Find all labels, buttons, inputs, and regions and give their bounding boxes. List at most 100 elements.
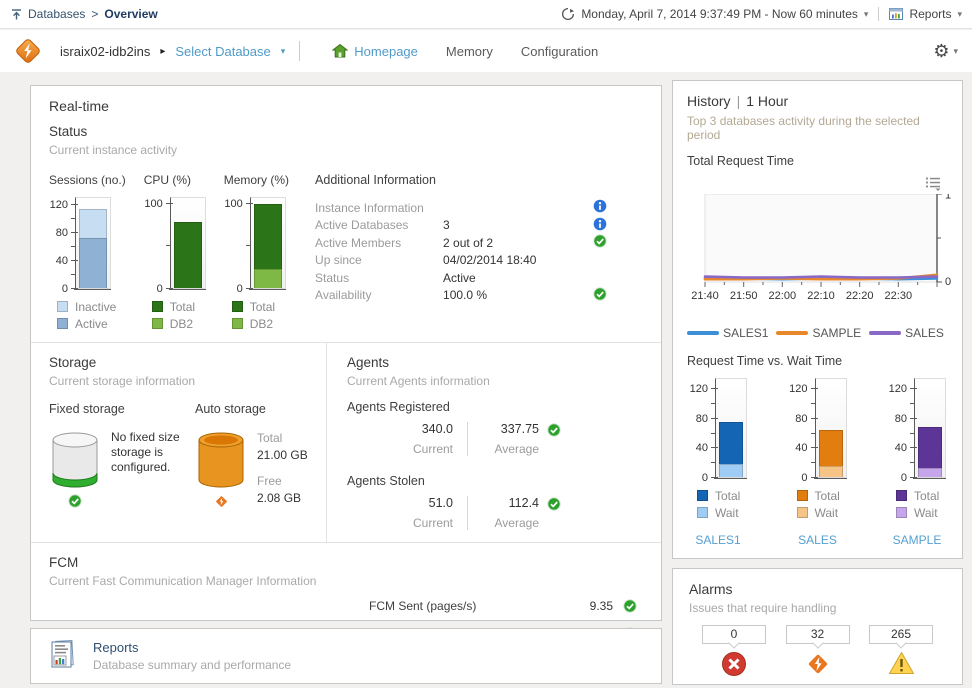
x-tick-label: 21:50 [730, 290, 758, 302]
gear-caret-icon[interactable]: ▾ [953, 46, 958, 57]
alarm-items: 0 32 265 [689, 625, 946, 677]
fixed-storage: Fixed storage [49, 402, 189, 509]
database-link[interactable]: SALES [789, 533, 847, 547]
y-tick-label: 0 [62, 283, 68, 295]
additional-info-row: Instance Information [315, 199, 607, 217]
topbar-right: Monday, April 7, 2014 9:37:49 PM - Now 6… [561, 7, 962, 21]
storage-section: Storage Current storage information Fixe… [31, 343, 326, 542]
bar-segment-wait [918, 468, 942, 477]
additional-info-rows: Instance Information Active Databases 3 … [315, 199, 607, 304]
ok-icon [547, 497, 561, 511]
additional-info-row: Availability 100.0 % [315, 287, 607, 305]
total-request-time-title: Total Request Time [687, 154, 948, 168]
agents-stolen-current: 51.0 [367, 496, 453, 510]
database-link[interactable]: SALES1 [689, 533, 747, 547]
homepage-icon [332, 44, 348, 58]
reports-panel-title[interactable]: Reports [93, 640, 291, 655]
chart-options-icon[interactable] [925, 176, 942, 191]
legend-swatch [57, 318, 68, 329]
time-range-caret-icon[interactable]: ▾ [864, 9, 869, 20]
legend-line-swatch [776, 331, 808, 335]
y-tick-label: 80 [696, 413, 708, 425]
time-range-selector[interactable]: Monday, April 7, 2014 9:37:49 PM - Now 6… [581, 7, 858, 21]
bar-segment-total [819, 430, 843, 466]
tab-configuration[interactable]: Configuration [521, 44, 598, 59]
instance-caret-icon: ▸ [160, 46, 165, 57]
database-link[interactable]: SAMPLE [888, 533, 946, 547]
agents-subtitle: Current Agents information [347, 374, 643, 388]
x-tick-label: 21:40 [691, 290, 719, 302]
y-tick-label: 40 [696, 442, 708, 454]
history-panel: History | 1 Hour Top 3 databases activit… [672, 80, 963, 559]
info-icon[interactable] [593, 199, 607, 213]
memory-chart: Memory (%) 0100 TotalDB2 [224, 173, 289, 332]
legend-swatch [152, 301, 163, 312]
series-line-sales [705, 277, 937, 278]
reports-panel[interactable]: Reports Database summary and performance [30, 628, 662, 684]
reports-panel-text: Reports Database summary and performance [93, 640, 291, 672]
x-tick-label: 22:30 [885, 290, 913, 302]
additional-info-label: Up since [315, 253, 443, 267]
legend-swatch [232, 318, 243, 329]
chart-title: CPU (%) [144, 173, 206, 187]
legend-swatch [896, 490, 907, 501]
ok-icon [68, 494, 82, 508]
additional-info-label: Active Members [315, 236, 443, 250]
additional-info-value: 2 out of 2 [443, 236, 591, 250]
storage-title: Storage [49, 355, 316, 370]
auto-total-value: 21.00 GB [257, 447, 308, 464]
tab-memory[interactable]: Memory [446, 44, 493, 59]
alarm-item-critical[interactable]: 0 [701, 625, 767, 677]
status-charts: Sessions (no.) 04080120 InactiveActive CP… [49, 173, 289, 332]
level-up-icon[interactable] [10, 8, 23, 21]
history-chart-legend: SALES1SAMPLESALES [687, 326, 948, 340]
fixed-storage-message: No fixed size storage is configured. [111, 430, 189, 508]
reports-panel-icon [47, 638, 81, 674]
status-section: Real-time Status Current instance activi… [31, 86, 661, 342]
request-vs-wait-title: Request Time vs. Wait Time [687, 354, 948, 368]
additional-info-value: 3 [443, 218, 591, 232]
agents-registered-current: 340.0 [367, 422, 453, 436]
y-tick-label: 1 [945, 194, 951, 202]
breadcrumb-current: Overview [104, 7, 157, 21]
reports-caret-icon[interactable]: ▾ [957, 9, 962, 20]
reports-menu[interactable]: Reports [909, 7, 951, 21]
select-database-caret-icon[interactable]: ▾ [281, 46, 286, 57]
legend-label: SAMPLE [812, 326, 861, 340]
alarm-item-warning[interactable]: 265 [868, 625, 934, 677]
reports-icon [889, 8, 903, 20]
agents-title: Agents [347, 355, 643, 370]
status-charts-row: Sessions (no.) 04080120 InactiveActive CP… [49, 173, 643, 332]
critical-alarm-icon [721, 651, 747, 677]
additional-info-label: Instance Information [315, 201, 443, 215]
status-title: Status [49, 124, 643, 139]
realtime-title: Real-time [49, 98, 643, 114]
storage-subtitle: Current storage information [49, 374, 316, 388]
tab-homepage[interactable]: Homepage [332, 44, 418, 59]
time-range-icon [561, 7, 575, 21]
additional-info-row: Status Active [315, 269, 607, 287]
instance-logo-icon [14, 37, 42, 65]
topbar-divider [878, 7, 879, 21]
y-tick-label: 0 [801, 472, 807, 484]
alarm-item-major[interactable]: 32 [785, 625, 851, 677]
info-icon[interactable] [593, 217, 607, 231]
current-caption: Current [367, 516, 453, 530]
gear-icon[interactable]: ⚙ [933, 42, 949, 60]
additional-info-row: Up since 04/02/2014 18:40 [315, 252, 607, 270]
y-tick-label: 40 [895, 442, 907, 454]
instance-name: israix02-idb2ins [60, 44, 150, 59]
breadcrumb-databases-link[interactable]: Databases [28, 7, 85, 21]
sales1-chart: 04080120 TotalWaitSALES1 [689, 378, 747, 547]
request-wait-charts: 04080120 TotalWaitSALES1 04080120 TotalW… [687, 378, 948, 547]
x-tick-label: 22:10 [807, 290, 835, 302]
additional-info-label: Status [315, 271, 443, 285]
fcm-row-label: FCM Sent (pages/s) [369, 599, 569, 613]
chart-title: Sessions (no.) [49, 173, 126, 187]
y-tick-label: 80 [795, 413, 807, 425]
select-database-dropdown[interactable]: Select Database [175, 44, 270, 59]
sample-chart: 04080120 TotalWaitSAMPLE [888, 378, 946, 547]
y-tick-label: 100 [224, 198, 242, 210]
sessions-chart: Sessions (no.) 04080120 InactiveActive [49, 173, 126, 332]
settings-area: ⚙ ▾ [933, 42, 958, 60]
